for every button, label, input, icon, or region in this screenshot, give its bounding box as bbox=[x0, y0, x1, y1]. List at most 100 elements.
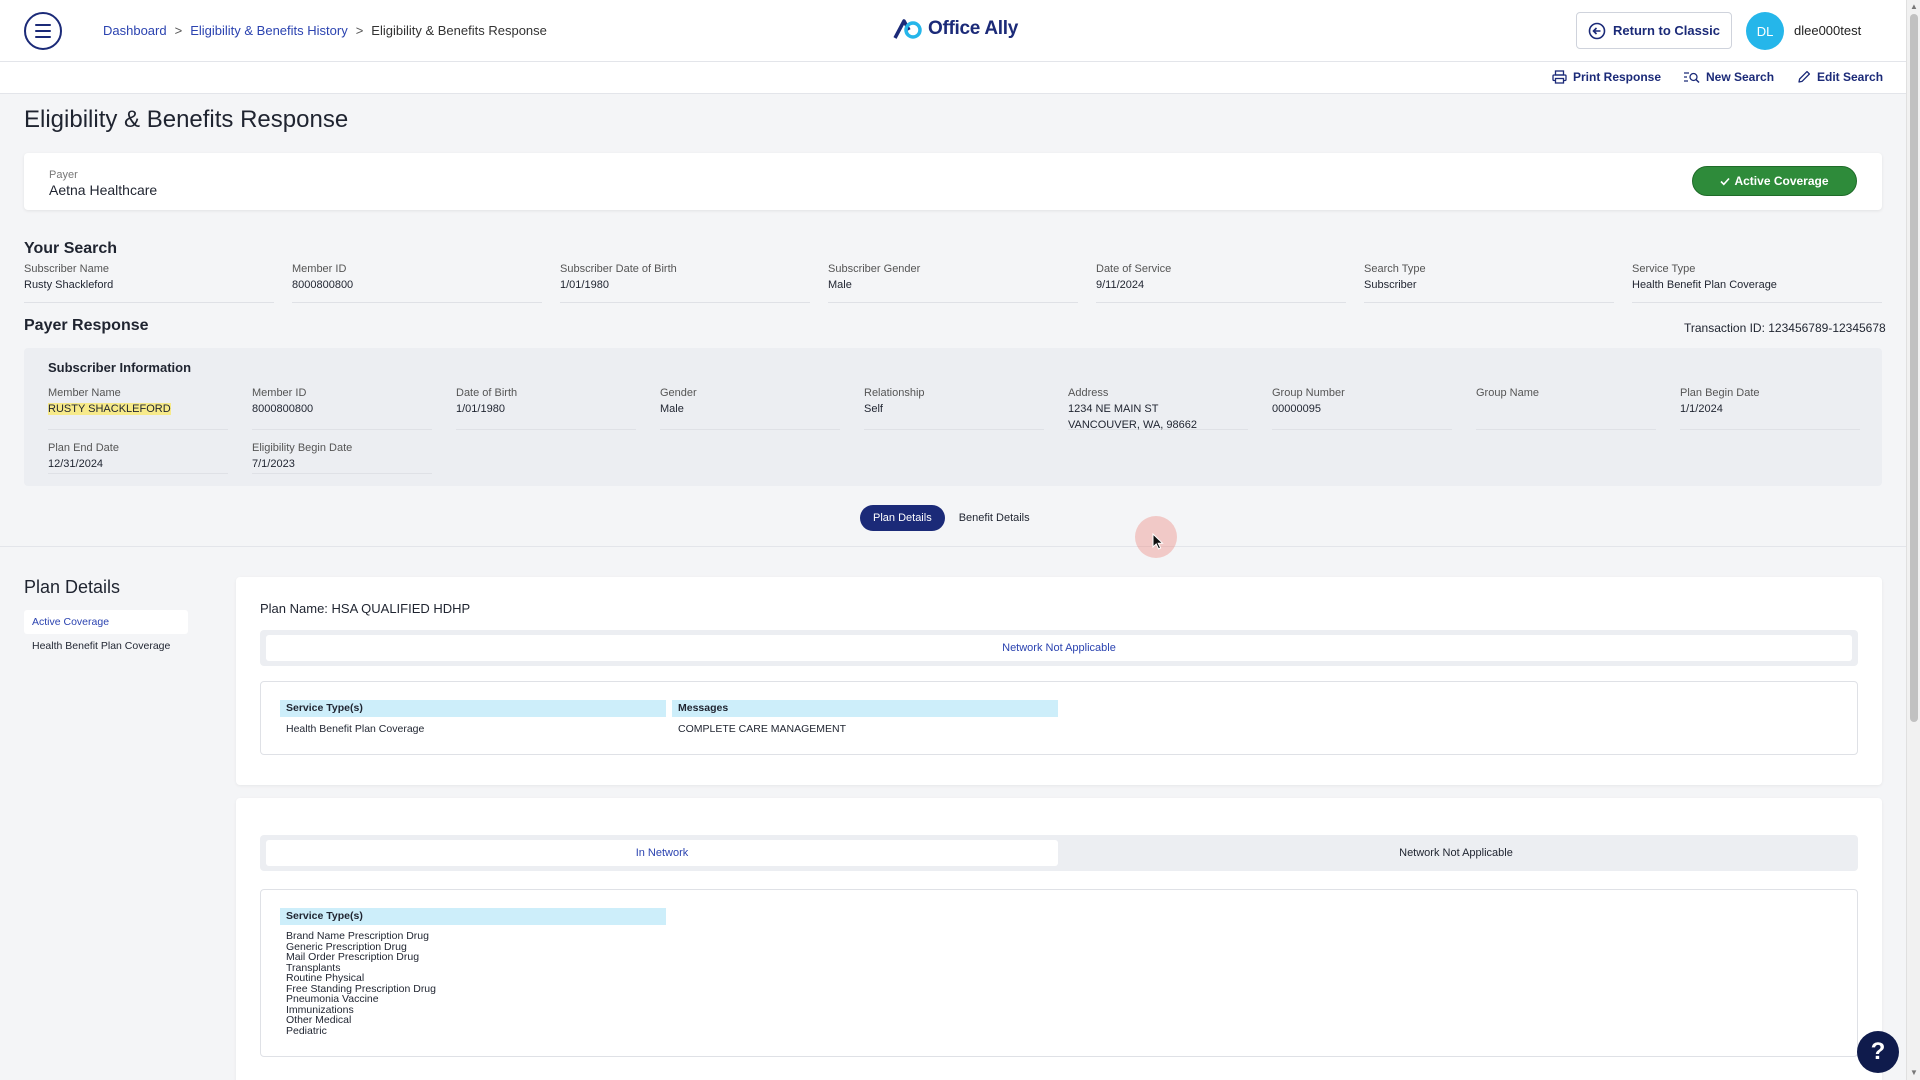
new-search-label: New Search bbox=[1706, 70, 1775, 84]
list-item: Routine Physical bbox=[286, 972, 365, 984]
field-value: Subscriber bbox=[1364, 279, 1417, 291]
tab-in-network[interactable]: In Network bbox=[266, 840, 1058, 866]
field-label: Subscriber Gender bbox=[828, 263, 921, 275]
network-tabstrip: Network Not Applicable bbox=[260, 630, 1858, 666]
sidebar-item-health-benefit-plan-coverage[interactable]: Health Benefit Plan Coverage bbox=[24, 634, 188, 658]
page-scrollbar[interactable]: ▲ ▼ bbox=[1906, 0, 1920, 1080]
field-label: Service Type bbox=[1632, 263, 1696, 275]
date-of-birth-field: Date of Birth 1/01/1980 bbox=[456, 387, 636, 430]
field-value: VANCOUVER, WA, 98662 bbox=[1068, 418, 1197, 431]
scroll-down-arrow-icon[interactable]: ▼ bbox=[1910, 1068, 1918, 1077]
field-value: 1234 NE MAIN ST bbox=[1068, 403, 1159, 415]
avatar[interactable]: DL bbox=[1746, 12, 1784, 50]
field-value: 7/1/2023 bbox=[252, 458, 295, 470]
transaction-id: Transaction ID: 123456789-12345678 bbox=[1684, 321, 1886, 335]
field-value: Self bbox=[864, 403, 883, 415]
payer-response-heading: Payer Response bbox=[24, 317, 149, 334]
active-coverage-label: Active Coverage bbox=[1734, 174, 1829, 188]
office-ally-logo[interactable]: Office Ally bbox=[892, 18, 1018, 40]
subscriber-information-title: Subscriber Information bbox=[48, 360, 192, 375]
search-date-of-service-field: Date of Service 9/11/2024 bbox=[1096, 263, 1346, 303]
benefit-details-toggle[interactable]: Benefit Details bbox=[959, 512, 1030, 524]
return-to-classic-label: Return to Classic bbox=[1613, 23, 1720, 38]
field-value: 1/01/1980 bbox=[560, 279, 609, 291]
pencil-icon bbox=[1798, 70, 1811, 83]
breadcrumb-separator: > bbox=[355, 23, 364, 38]
payer-label: Payer bbox=[49, 169, 78, 181]
scroll-up-arrow-icon[interactable]: ▲ bbox=[1910, 2, 1918, 11]
field-value: Male bbox=[660, 403, 684, 415]
field-label: Group Name bbox=[1476, 387, 1539, 399]
subscriber-information-card: Subscriber Information Member Name RUSTY… bbox=[24, 348, 1882, 486]
member-name-value: RUSTY SHACKLEFORD bbox=[48, 403, 171, 415]
field-value: 1/01/1980 bbox=[456, 403, 505, 415]
logo-mark-icon bbox=[893, 19, 922, 39]
action-bar: Print Response New Search Edit Search bbox=[0, 62, 1906, 94]
tab-network-not-applicable[interactable]: Network Not Applicable bbox=[266, 635, 1852, 661]
field-value: 00000095 bbox=[1272, 403, 1321, 415]
field-label: Group Number bbox=[1272, 387, 1345, 399]
field-label: Date of Birth bbox=[456, 387, 518, 399]
field-value: 8000800800 bbox=[252, 403, 314, 415]
new-search-button[interactable]: New Search bbox=[1683, 70, 1774, 84]
mouse-cursor-icon bbox=[1152, 533, 1164, 550]
field-value: 12/31/2024 bbox=[48, 458, 104, 470]
search-service-type-field: Service Type Health Benefit Plan Coverag… bbox=[1632, 263, 1882, 303]
plan-details-toggle[interactable]: Plan Details bbox=[860, 505, 945, 531]
scrollbar-thumb[interactable] bbox=[1910, 14, 1918, 722]
print-response-button[interactable]: Print Response bbox=[1552, 70, 1661, 84]
edit-search-button[interactable]: Edit Search bbox=[1797, 70, 1883, 84]
hamburger-menu-button[interactable] bbox=[24, 12, 62, 50]
field-label: Member ID bbox=[252, 387, 307, 399]
page-title: Eligibility & Benefits Response bbox=[24, 106, 349, 133]
list-item: Other Medical bbox=[286, 1014, 352, 1026]
search-subscriber-name-field: Subscriber Name Rusty Shackleford bbox=[24, 263, 274, 303]
field-value: 1/1/2024 bbox=[1680, 403, 1723, 415]
list-item: Pneumonia Vaccine bbox=[286, 993, 379, 1005]
plan-details-table: Service Type(s) Messages Health Benefit … bbox=[260, 681, 1858, 755]
breadcrumb-dashboard[interactable]: Dashboard bbox=[103, 23, 167, 38]
list-item: Mail Order Prescription Drug bbox=[286, 951, 420, 963]
tab-network-not-applicable[interactable]: Network Not Applicable bbox=[1060, 840, 1852, 866]
field-value: 9/11/2024 bbox=[1096, 279, 1145, 291]
view-toggle: Plan Details Benefit Details bbox=[860, 505, 1030, 531]
service-types-header: Service Type(s) bbox=[280, 700, 666, 717]
network-tabstrip: In Network Network Not Applicable bbox=[260, 835, 1858, 871]
checkmark-icon bbox=[1720, 177, 1731, 185]
printer-icon bbox=[1552, 70, 1567, 84]
field-label: Date of Service bbox=[1096, 263, 1172, 275]
field-value: 8000800800 bbox=[292, 279, 354, 291]
gender-field: Gender Male bbox=[660, 387, 840, 430]
help-button[interactable]: ? bbox=[1857, 1031, 1899, 1073]
service-types-table: Service Type(s) Brand Name Prescription … bbox=[260, 889, 1858, 1057]
active-coverage-button[interactable]: Active Coverage bbox=[1692, 166, 1857, 196]
member-id-field: Member ID 8000800800 bbox=[252, 387, 432, 430]
payer-name: Aetna Healthcare bbox=[49, 182, 158, 198]
relationship-field: Relationship Self bbox=[864, 387, 1044, 430]
member-name-field: Member Name RUSTY SHACKLEFORD bbox=[48, 387, 228, 430]
search-list-icon bbox=[1684, 71, 1700, 83]
return-to-classic-button[interactable]: Return to Classic bbox=[1576, 12, 1732, 49]
edit-search-label: Edit Search bbox=[1817, 70, 1884, 84]
plan-card: Plan Name: HSA QUALIFIED HDHP Network No… bbox=[236, 577, 1882, 785]
field-label: Subscriber Date of Birth bbox=[560, 263, 677, 275]
payer-card: Payer Aetna Healthcare Active Coverage bbox=[24, 153, 1882, 210]
plan-details-heading: Plan Details bbox=[24, 577, 121, 597]
breadcrumb-history[interactable]: Eligibility & Benefits History bbox=[190, 23, 348, 38]
search-type-field: Search Type Subscriber bbox=[1364, 263, 1614, 303]
group-name-field: Group Name bbox=[1476, 387, 1656, 430]
search-member-id-field: Member ID 8000800800 bbox=[292, 263, 542, 303]
section-divider bbox=[0, 546, 1906, 547]
username[interactable]: dlee000test bbox=[1794, 23, 1861, 38]
field-label: Plan End Date bbox=[48, 442, 119, 454]
eligibility-begin-date-field: Eligibility Begin Date 7/1/2023 bbox=[252, 442, 432, 474]
field-label: Member Name bbox=[48, 387, 121, 399]
field-label: Eligibility Begin Date bbox=[252, 442, 353, 454]
field-label: Member ID bbox=[292, 263, 347, 275]
field-value: Male bbox=[828, 279, 852, 291]
field-label: Search Type bbox=[1364, 263, 1426, 275]
logo-text: Office Ally bbox=[928, 18, 1018, 39]
address-field: Address 1234 NE MAIN ST VANCOUVER, WA, 9… bbox=[1068, 387, 1248, 431]
benefits-card: In Network Network Not Applicable Servic… bbox=[236, 798, 1882, 1080]
sidebar-item-active-coverage[interactable]: Active Coverage bbox=[24, 610, 188, 634]
